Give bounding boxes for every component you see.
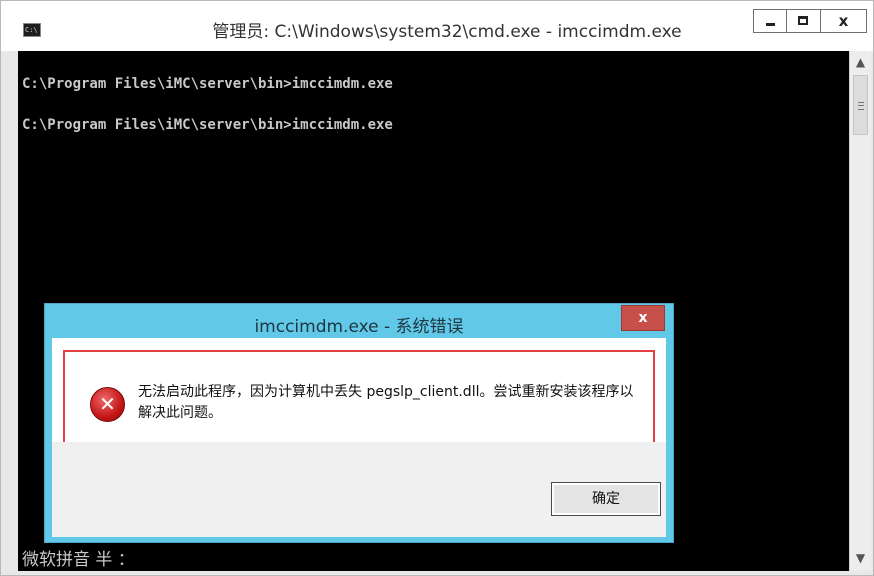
maximize-icon <box>798 16 808 25</box>
close-button[interactable]: x <box>821 9 867 33</box>
vertical-scrollbar[interactable]: ▲ ▼ <box>849 51 871 571</box>
error-icon: ✕ <box>90 387 125 422</box>
ok-button[interactable]: 确定 <box>551 482 661 516</box>
console-line: C:\Program Files\iMC\server\bin>imccimdm… <box>22 76 393 92</box>
dialog-close-button[interactable]: x <box>621 305 665 331</box>
minimize-button[interactable] <box>753 9 787 33</box>
window-titlebar[interactable]: 管理员: C:\Windows\system32\cmd.exe - imcci… <box>1 1 873 51</box>
ime-status-bar: 微软拼音 半 ： <box>22 550 135 570</box>
console-line: C:\Program Files\iMC\server\bin>imccimdm… <box>22 117 393 133</box>
maximize-button[interactable] <box>787 9 821 33</box>
grip-icon <box>858 102 864 110</box>
dialog-title: imccimdm.exe - 系统错误 <box>254 317 464 337</box>
error-dialog: imccimdm.exe - 系统错误 x ✕ 无法启动此程序，因为计算机中丢失… <box>44 303 674 543</box>
window-controls: x <box>753 9 867 33</box>
scroll-down-arrow-icon[interactable]: ▼ <box>850 547 871 569</box>
scroll-up-arrow-icon[interactable]: ▲ <box>850 51 871 73</box>
dialog-body: ✕ 无法启动此程序，因为计算机中丢失 pegslp_client.dll。尝试重… <box>52 338 666 447</box>
scrollbar-thumb[interactable] <box>853 75 868 135</box>
window-title: 管理员: C:\Windows\system32\cmd.exe - imcci… <box>212 22 682 42</box>
minimize-icon <box>766 23 775 26</box>
dialog-footer: 确定 <box>52 442 666 537</box>
error-message: 无法启动此程序，因为计算机中丢失 pegslp_client.dll。尝试重新安… <box>138 384 634 421</box>
close-icon: x <box>838 12 849 30</box>
